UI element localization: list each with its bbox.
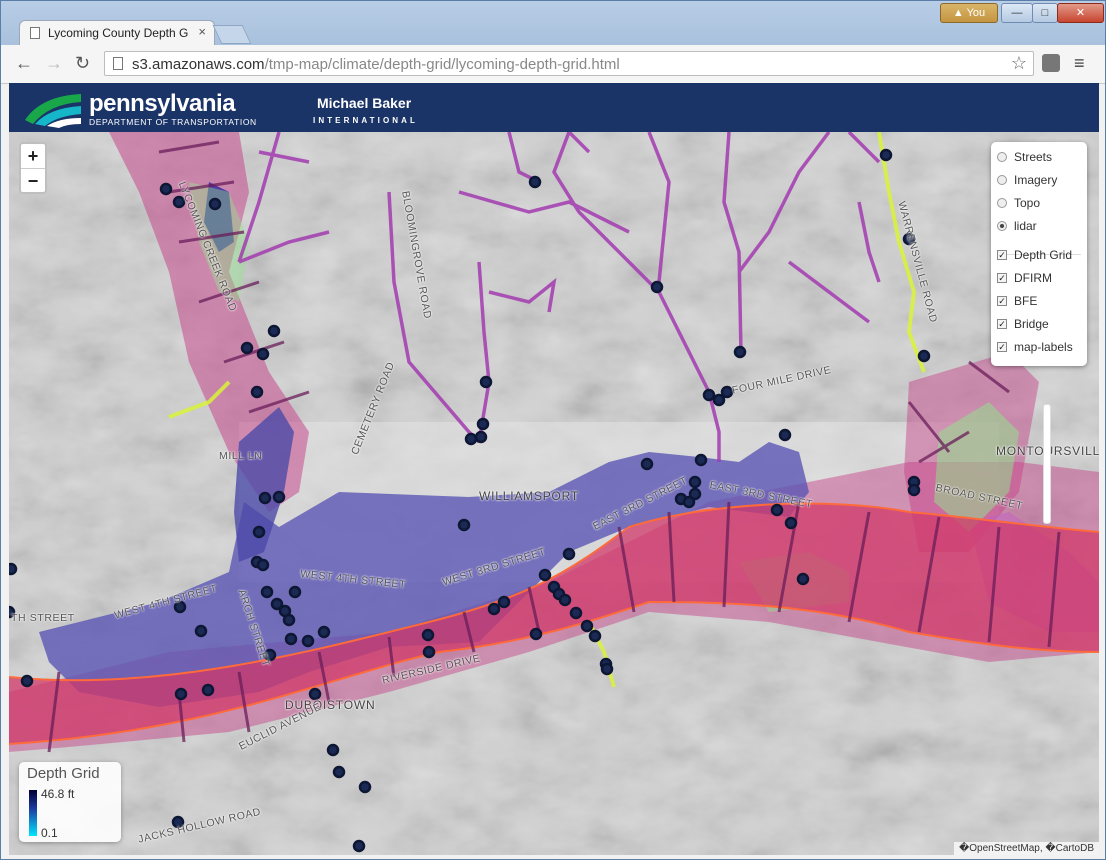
zoom-in-button[interactable]: + bbox=[21, 144, 45, 169]
maximize-button[interactable]: □ bbox=[1032, 3, 1058, 23]
radio-button[interactable] bbox=[997, 175, 1007, 185]
penndot-keystone-logo bbox=[25, 94, 81, 128]
map-attribution[interactable]: �OpenStreetMap, �CartoDB bbox=[953, 842, 1099, 855]
zoom-out-button[interactable]: − bbox=[21, 169, 45, 193]
layer-label: DFIRM bbox=[1014, 271, 1052, 285]
checkbox-checked[interactable]: ✓ bbox=[997, 273, 1007, 283]
browser-window: Lycoming County Depth G × ▲ You — □ ✕ ← … bbox=[0, 0, 1106, 860]
map-label: WILLIAMSPORT bbox=[479, 489, 580, 503]
layer-label: map-labels bbox=[1014, 340, 1073, 354]
radio-button-selected[interactable] bbox=[997, 221, 1007, 231]
url-text: s3.amazonaws.com/tmp-map/climate/depth-g… bbox=[132, 56, 620, 73]
url-host: s3.amazonaws.com bbox=[132, 56, 265, 73]
base-layer-topo[interactable]: Topo bbox=[997, 194, 1040, 212]
map-canvas[interactable]: LYCOMING CREEK ROAD BLOOMINGROVE ROAD CE… bbox=[9, 132, 1099, 855]
partner-name: Michael Baker bbox=[317, 95, 412, 111]
department-subtitle: DEPARTMENT OF TRANSPORTATION bbox=[89, 117, 257, 127]
layer-label: Streets bbox=[1014, 150, 1053, 164]
address-bar[interactable]: s3.amazonaws.com/tmp-map/climate/depth-g… bbox=[104, 51, 1034, 76]
site-header: pennsylvania DEPARTMENT OF TRANSPORTATIO… bbox=[9, 83, 1099, 132]
radio-button[interactable] bbox=[997, 198, 1007, 208]
extension-icon[interactable] bbox=[1042, 54, 1060, 72]
overlay-bridge[interactable]: ✓ Bridge bbox=[997, 315, 1049, 333]
browser-tab[interactable]: Lycoming County Depth G × bbox=[19, 20, 215, 46]
user-label: You bbox=[966, 7, 986, 19]
page-icon bbox=[30, 27, 40, 39]
layer-label: Topo bbox=[1014, 196, 1041, 210]
page-info-icon bbox=[113, 57, 123, 70]
radio-button[interactable] bbox=[997, 152, 1007, 162]
layer-label: lidar bbox=[1014, 219, 1037, 233]
forward-arrow-icon[interactable]: → bbox=[45, 53, 63, 74]
checkbox-checked[interactable]: ✓ bbox=[997, 250, 1007, 260]
opacity-slider[interactable] bbox=[1043, 404, 1051, 524]
zoom-control: + − bbox=[19, 142, 47, 194]
checkbox-checked[interactable]: ✓ bbox=[997, 296, 1007, 306]
url-path: /tmp-map/climate/depth-grid/lycoming-dep… bbox=[264, 56, 620, 73]
user-profile-button[interactable]: ▲ You bbox=[940, 3, 998, 23]
checkbox-checked[interactable]: ✓ bbox=[997, 319, 1007, 329]
pennsylvania-wordmark: pennsylvania bbox=[89, 90, 236, 117]
minimize-button[interactable]: — bbox=[1001, 3, 1033, 23]
menu-hamburger-icon[interactable]: ≡ bbox=[1074, 53, 1085, 74]
base-layer-lidar[interactable]: lidar bbox=[997, 217, 1037, 235]
layer-label: BFE bbox=[1014, 294, 1038, 308]
back-arrow-icon[interactable]: ← bbox=[15, 53, 33, 74]
legend-color-ramp bbox=[29, 790, 37, 836]
partner-subtitle: INTERNATIONAL bbox=[313, 116, 419, 125]
layer-control: Streets Imagery Topo lidar ✓ Depth Grid ✓… bbox=[991, 142, 1087, 366]
tab-close-icon[interactable]: × bbox=[198, 24, 206, 39]
legend-title: Depth Grid bbox=[27, 765, 100, 782]
map-label: TH STREET bbox=[11, 612, 75, 624]
checkbox-checked[interactable]: ✓ bbox=[997, 342, 1007, 352]
base-layer-streets[interactable]: Streets bbox=[997, 148, 1052, 166]
close-window-button[interactable]: ✕ bbox=[1057, 3, 1104, 23]
layer-label: Imagery bbox=[1014, 173, 1058, 187]
bookmark-star-icon[interactable]: ☆ bbox=[1011, 53, 1027, 74]
overlay-map-labels[interactable]: ✓ map-labels bbox=[997, 338, 1073, 356]
depth-grid-legend: Depth Grid 46.8 ft 0.1 bbox=[19, 762, 121, 842]
legend-max-value: 46.8 ft bbox=[41, 787, 75, 801]
legend-min-value: 0.1 bbox=[41, 826, 58, 840]
overlay-dfirm[interactable]: ✓ DFIRM bbox=[997, 269, 1052, 287]
layer-label: Depth Grid bbox=[1014, 248, 1073, 262]
new-tab-button[interactable] bbox=[212, 25, 252, 44]
layer-label: Bridge bbox=[1014, 317, 1049, 331]
tab-title: Lycoming County Depth G bbox=[48, 26, 189, 40]
reload-icon[interactable]: ↻ bbox=[75, 53, 90, 74]
base-layer-imagery[interactable]: Imagery bbox=[997, 171, 1057, 189]
overlay-bfe[interactable]: ✓ BFE bbox=[997, 292, 1037, 310]
tab-strip: Lycoming County Depth G × ▲ You — □ ✕ bbox=[1, 1, 1105, 46]
user-icon: ▲ bbox=[952, 7, 967, 19]
overlay-depth-grid[interactable]: ✓ Depth Grid bbox=[997, 246, 1072, 264]
map-label: MILL LN bbox=[219, 450, 263, 462]
browser-toolbar: ← → ↻ s3.amazonaws.com/tmp-map/climate/d… bbox=[1, 45, 1105, 84]
